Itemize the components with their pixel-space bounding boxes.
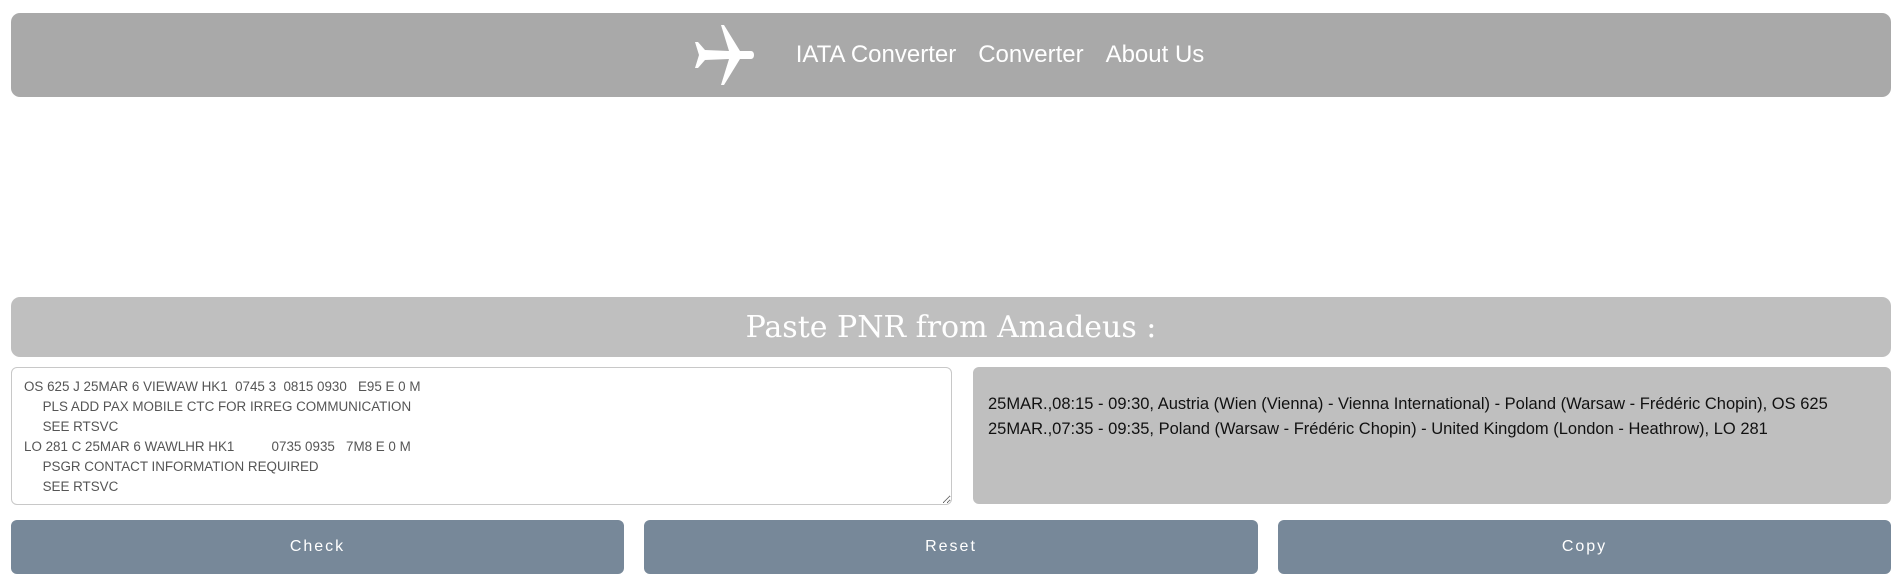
pnr-input[interactable] — [11, 367, 952, 505]
check-button[interactable]: Check — [11, 520, 624, 574]
nav-link-about-us[interactable]: About Us — [1106, 41, 1205, 69]
section-header: Paste PNR from Amadeus : — [11, 297, 1891, 357]
result-box: 25MAR.,08:15 - 09:30, Austria (Wien (Vie… — [973, 367, 1891, 504]
nav-link-converter[interactable]: Converter — [978, 41, 1083, 69]
result-line: 25MAR.,07:35 - 09:35, Poland (Warsaw - F… — [988, 420, 1768, 438]
airplane-icon[interactable] — [693, 23, 757, 87]
copy-button[interactable]: Copy — [1278, 520, 1891, 574]
nav-link-iata-converter[interactable]: IATA Converter — [796, 41, 957, 69]
navbar-inner: IATA Converter Converter About Us — [11, 13, 1891, 97]
navbar: IATA Converter Converter About Us — [11, 13, 1891, 97]
section-title: Paste PNR from Amadeus : — [745, 309, 1157, 345]
result-line: 25MAR.,08:15 - 09:30, Austria (Wien (Vie… — [988, 395, 1828, 413]
reset-button[interactable]: Reset — [644, 520, 1258, 574]
